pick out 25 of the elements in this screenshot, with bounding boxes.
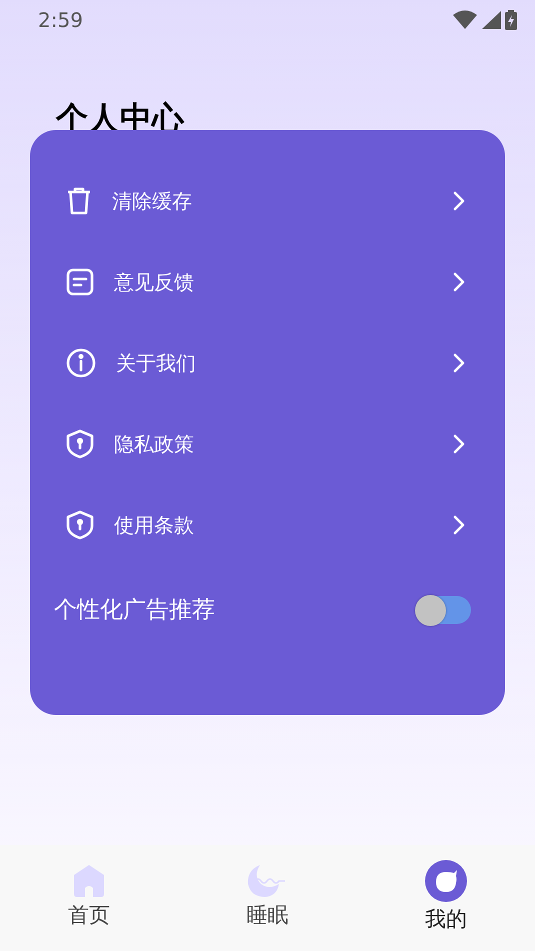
chevron-icon	[453, 434, 465, 454]
shield-icon	[66, 510, 94, 540]
toggle-switch[interactable]	[417, 596, 471, 624]
nav-tab[interactable]: 我的	[356, 859, 535, 937]
chevron-icon	[453, 514, 465, 534]
chevron-icon	[453, 352, 465, 372]
menu-item[interactable]: 隐私政策	[30, 403, 505, 484]
moon-icon	[247, 864, 288, 898]
battery-icon	[505, 10, 517, 30]
document-icon	[66, 268, 94, 296]
menu-item[interactable]: 清除缓存	[30, 160, 505, 241]
signal-icon	[481, 10, 501, 30]
menu-item[interactable]: 使用条款	[30, 484, 505, 565]
info-icon	[66, 348, 96, 378]
shield-icon	[66, 428, 94, 458]
chevron-icon	[453, 190, 465, 210]
status-time: 2:59	[38, 7, 83, 34]
trash-icon	[66, 186, 92, 214]
menu-item[interactable]: 意见反馈	[30, 241, 505, 322]
menu-item[interactable]: 关于我们	[30, 322, 505, 403]
nav-tab[interactable]: 睡眠	[178, 863, 357, 933]
wifi-icon	[453, 10, 477, 30]
chevron-icon	[453, 272, 465, 292]
nav-tab[interactable]: 首页	[0, 863, 178, 933]
toggle-label: 个性化广告推荐	[54, 596, 215, 625]
